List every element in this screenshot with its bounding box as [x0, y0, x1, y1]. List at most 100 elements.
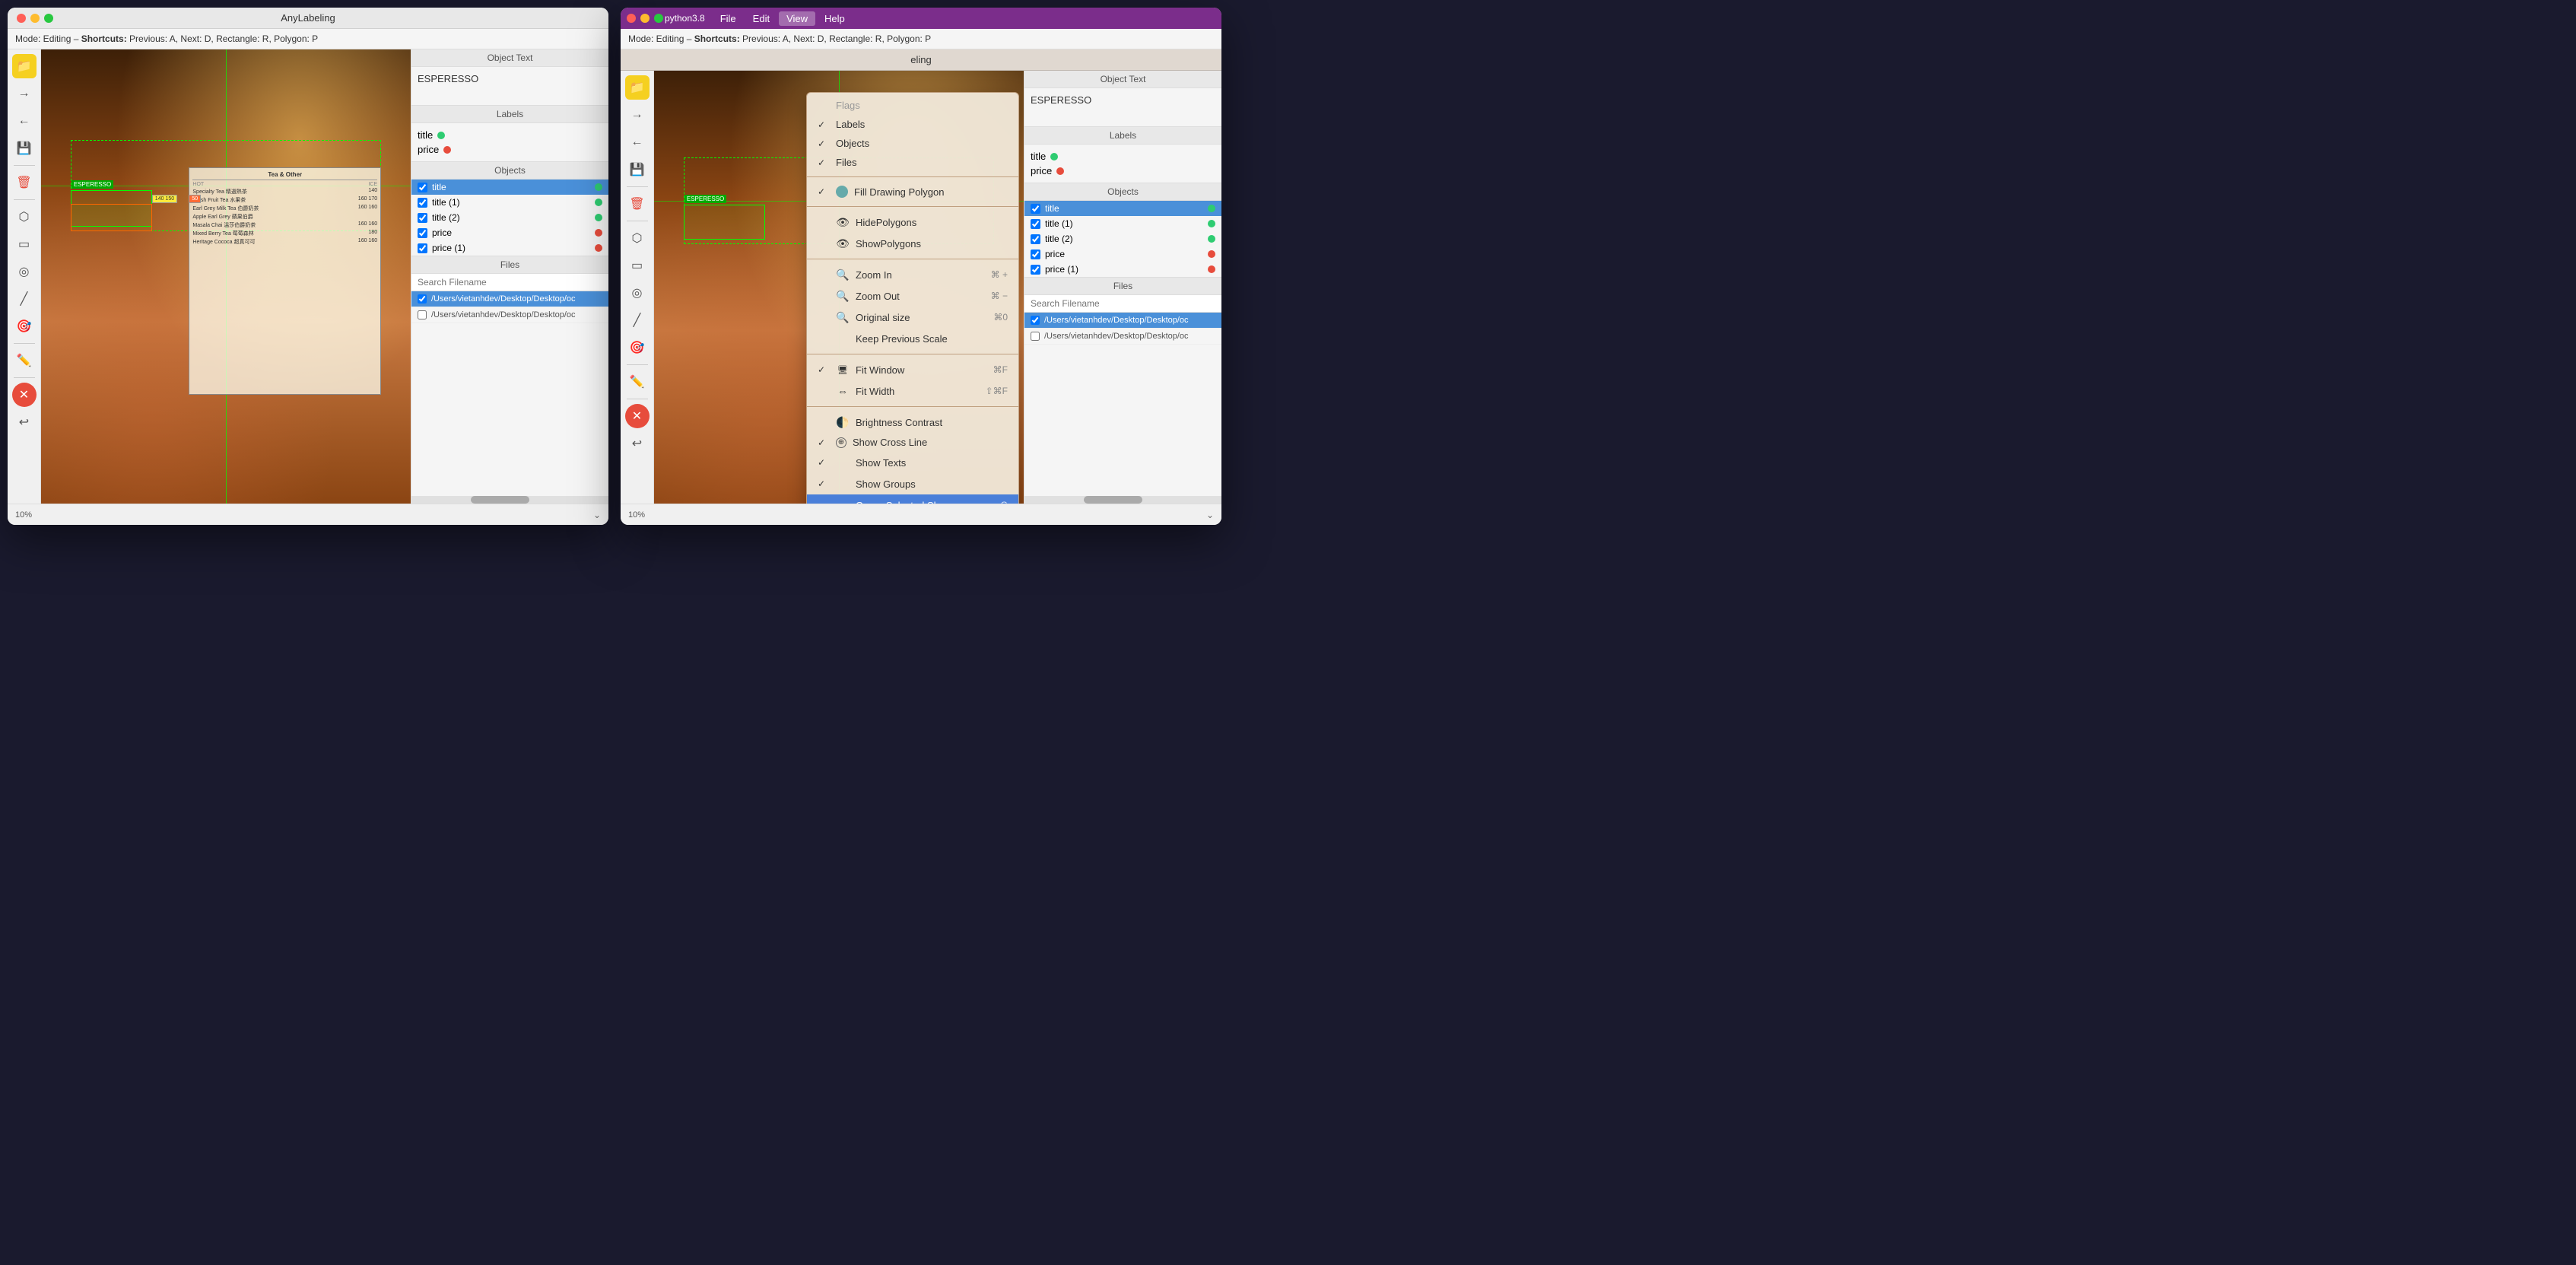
save-btn-right[interactable]: 💾 — [625, 157, 650, 182]
menu-zoom-in[interactable]: 🔍 Zoom In ⌘ + — [807, 264, 1018, 285]
close-btn-right[interactable]: ✕ — [625, 404, 650, 428]
obj-check-price-right[interactable] — [1031, 250, 1040, 259]
scrollbar-right[interactable] — [1024, 496, 1221, 504]
circle-btn-right[interactable]: ◎ — [625, 281, 650, 305]
hexagon-btn-right[interactable]: ⬡ — [625, 226, 650, 250]
obj-label-title1-right: title (1) — [1045, 218, 1073, 229]
menu-edit[interactable]: Edit — [745, 11, 777, 26]
close-btn[interactable]: ✕ — [12, 383, 37, 407]
file-item-2-right[interactable]: /Users/vietanhdev/Desktop/Desktop/oc — [1024, 329, 1221, 345]
obj-dot-title2-right — [1208, 235, 1215, 243]
menu-help[interactable]: Help — [817, 11, 853, 26]
rectangle-btn-right[interactable]: ▭ — [625, 253, 650, 278]
target-btn-right[interactable]: 🎯 — [625, 335, 650, 360]
object-row-title2-left[interactable]: title (2) — [411, 210, 608, 225]
labels-section-right: Labels title price — [1024, 127, 1221, 183]
file-item-1-right[interactable]: /Users/vietanhdev/Desktop/Desktop/oc — [1024, 313, 1221, 329]
next-btn[interactable]: → — [12, 81, 37, 106]
object-row-title1-left[interactable]: title (1) — [411, 195, 608, 210]
pencil-btn-right[interactable]: ✏️ — [625, 370, 650, 394]
circle-btn[interactable]: ◎ — [12, 259, 37, 284]
save-btn[interactable]: 💾 — [12, 136, 37, 161]
file-check-1-left[interactable] — [418, 294, 427, 304]
menu-fill-polygon[interactable]: ✓ Fill Drawing Polygon — [807, 182, 1018, 202]
chevron-icon-right[interactable]: ⌄ — [1206, 510, 1214, 520]
menu-hide-polygons[interactable]: 👁 HidePolygons — [807, 211, 1018, 233]
file-item-2-left[interactable]: /Users/vietanhdev/Desktop/Desktop/oc — [411, 307, 608, 323]
menu-fit-width[interactable]: ⇔ Fit Width ⇧⌘F — [807, 380, 1018, 402]
undo-btn-right[interactable]: ↩ — [625, 431, 650, 456]
menu-show-crossline[interactable]: ✓ ⊕ Show Cross Line — [807, 433, 1018, 452]
menu-show-texts[interactable]: ✓ Show Texts — [807, 452, 1018, 473]
zoom-in-shortcut: ⌘ + — [991, 269, 1008, 280]
object-row-price-right[interactable]: price — [1024, 246, 1221, 262]
menu-files[interactable]: ✓ Files — [807, 153, 1018, 172]
label-price-text-right: price — [1031, 165, 1052, 176]
rectangle-btn[interactable]: ▭ — [12, 232, 37, 256]
menu-section-4: 🔍 Zoom In ⌘ + 🔍 Zoom Out ⌘ − — [807, 261, 1018, 352]
object-row-price-left[interactable]: price — [411, 225, 608, 240]
minimize-button-right[interactable] — [640, 14, 650, 23]
obj-check-title1-left[interactable] — [418, 198, 427, 208]
line-btn-right[interactable]: ╱ — [625, 308, 650, 332]
prev-btn[interactable]: ← — [12, 109, 37, 133]
obj-check-title2-right[interactable] — [1031, 234, 1040, 244]
obj-check-price1-left[interactable] — [418, 243, 427, 253]
obj-check-title-hl-left[interactable] — [418, 183, 427, 192]
obj-check-title2-left[interactable] — [418, 213, 427, 223]
delete-btn-right[interactable]: 🗑 — [625, 192, 650, 216]
file-check-2-right[interactable] — [1031, 332, 1040, 341]
object-row-title1-right[interactable]: title (1) — [1024, 216, 1221, 231]
menu-group-shapes[interactable]: Group Selected Shapes G — [807, 494, 1018, 504]
obj-check-title-hl-right[interactable] — [1031, 204, 1040, 214]
canvas-area-left[interactable]: ESPERESSO Tea & Other HOTICE Specialty T… — [41, 49, 411, 504]
menu-brightness[interactable]: 🌓 Brightness Contrast — [807, 412, 1018, 433]
open-folder-btn[interactable]: 📁 — [12, 54, 37, 78]
open-folder-btn-right[interactable]: 📁 — [625, 75, 650, 100]
object-row-price1-right[interactable]: price (1) — [1024, 262, 1221, 277]
file-check-1-right[interactable] — [1031, 316, 1040, 325]
view-dropdown-menu[interactable]: Flags ✓ Labels ✓ Objects ✓ — [806, 92, 1019, 504]
obj-check-price-left[interactable] — [418, 228, 427, 238]
menu-objects[interactable]: ✓ Objects — [807, 134, 1018, 153]
original-size-label: Original size — [856, 312, 987, 323]
menu-flags[interactable]: Flags — [807, 96, 1018, 115]
menu-show-polygons[interactable]: 👁 ShowPolygons — [807, 233, 1018, 254]
file-check-2-left[interactable] — [418, 310, 427, 319]
canvas-image-right: ESPERESSO Flags ✓ Labels — [654, 71, 1024, 504]
maximize-button-left[interactable] — [44, 14, 53, 23]
undo-btn[interactable]: ↩ — [12, 410, 37, 434]
obj-check-title1-right[interactable] — [1031, 219, 1040, 229]
obj-check-price1-right[interactable] — [1031, 265, 1040, 275]
object-row-price1-left[interactable]: price (1) — [411, 240, 608, 256]
close-button-left[interactable] — [17, 14, 26, 23]
chevron-icon-left[interactable]: ⌄ — [593, 510, 601, 520]
menu-view[interactable]: View — [779, 11, 815, 26]
minimize-button-left[interactable] — [30, 14, 40, 23]
canvas-area-right[interactable]: ESPERESSO Flags ✓ Labels — [654, 71, 1024, 504]
menu-fit-window[interactable]: ✓ 🖥 Fit Window ⌘F — [807, 359, 1018, 380]
target-btn[interactable]: 🎯 — [12, 314, 37, 338]
menu-keep-scale[interactable]: Keep Previous Scale — [807, 328, 1018, 349]
hexagon-btn[interactable]: ⬡ — [12, 205, 37, 229]
object-row-title-hl-right[interactable]: title — [1024, 201, 1221, 216]
search-input-left[interactable] — [411, 274, 608, 291]
scrollbar-left[interactable] — [411, 496, 608, 504]
pencil-btn[interactable]: ✏️ — [12, 348, 37, 373]
menu-labels[interactable]: ✓ Labels — [807, 115, 1018, 134]
search-input-right[interactable] — [1024, 295, 1221, 313]
menu-original-size[interactable]: 🔍 Original size ⌘0 — [807, 307, 1018, 328]
line-btn[interactable]: ╱ — [12, 287, 37, 311]
menu-show-groups[interactable]: ✓ Show Groups — [807, 473, 1018, 494]
close-button-right[interactable] — [627, 14, 636, 23]
delete-btn[interactable]: 🗑 — [12, 170, 37, 195]
maximize-button-right[interactable] — [654, 14, 663, 23]
right-panel-right: Object Text ESPERESSO Labels title price — [1024, 71, 1221, 504]
menu-zoom-out[interactable]: 🔍 Zoom Out ⌘ − — [807, 285, 1018, 307]
next-btn-right[interactable]: → — [625, 103, 650, 127]
object-row-title2-right[interactable]: title (2) — [1024, 231, 1221, 246]
object-row-title-hl-left[interactable]: title — [411, 180, 608, 195]
menu-file[interactable]: File — [713, 11, 744, 26]
prev-btn-right[interactable]: ← — [625, 130, 650, 154]
file-item-1-left[interactable]: /Users/vietanhdev/Desktop/Desktop/oc — [411, 291, 608, 307]
